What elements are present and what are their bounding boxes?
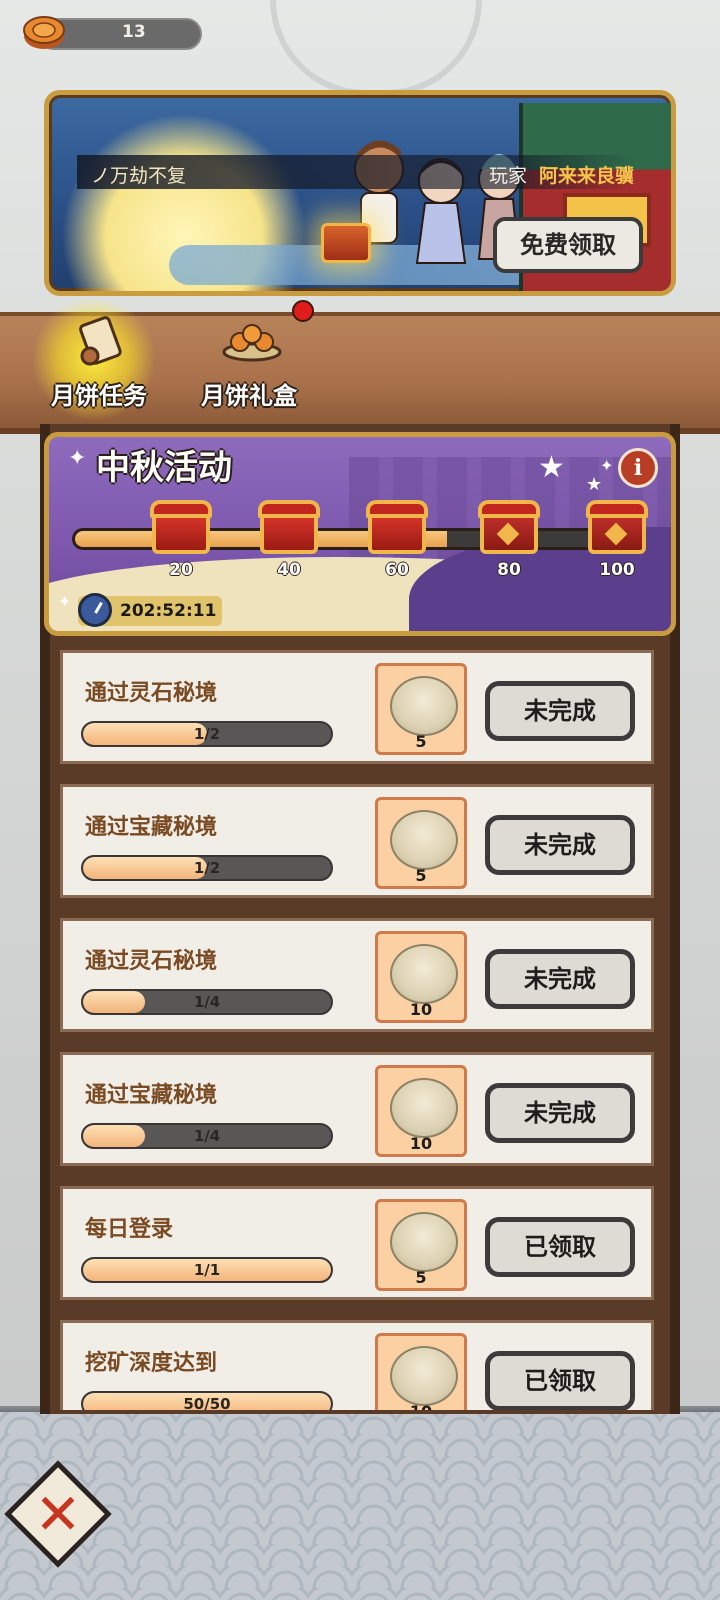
task-status-button[interactable]: 未完成 — [485, 681, 635, 741]
task-reward[interactable]: 5 — [375, 797, 467, 889]
notification-badge — [292, 300, 314, 322]
mooncake-icon — [390, 810, 458, 870]
tab-label: 月饼礼盒 — [201, 382, 297, 410]
milestone-chest-icon[interactable] — [258, 496, 320, 558]
task-reward[interactable]: 5 — [375, 1199, 467, 1291]
chest-lid — [366, 500, 428, 518]
tab-mooncake-tasks[interactable]: 月饼任务 — [24, 294, 174, 424]
task-row: 通过灵石秘境 1/4 10 未完成 — [60, 918, 654, 1032]
currency-amount: 13 — [122, 22, 146, 42]
task-progress-text: 1/2 — [193, 859, 221, 877]
task-progress-text: 1/4 — [193, 993, 221, 1011]
milestone-chest-icon[interactable] — [150, 496, 212, 558]
sparkle-icon: ✦ — [58, 592, 72, 611]
task-reward[interactable]: 5 — [375, 663, 467, 755]
task-progress-bar: 1/2 — [81, 721, 333, 747]
chest-lid — [586, 500, 648, 518]
chest-body — [260, 512, 318, 554]
tab-label: 月饼任务 — [51, 382, 147, 410]
timer-text: 202:52:11 — [120, 601, 217, 621]
milestone-label: 100 — [599, 560, 635, 580]
scroll-icon — [79, 316, 122, 366]
task-reward[interactable]: 10 — [375, 1065, 467, 1157]
task-status-button[interactable]: 未完成 — [485, 815, 635, 875]
chest-lid — [258, 500, 320, 518]
task-list[interactable]: 通过灵石秘境 1/2 5 未完成 通过宝藏秘境 1/2 5 未完成 通过灵石秘境 1/4 10 未完成… — [50, 640, 670, 1410]
milestone-chest-icon[interactable] — [478, 496, 540, 558]
event-title: 中秋活动 — [96, 448, 232, 488]
currency-display: 13 — [22, 12, 204, 54]
mooncake-plate-icon — [222, 324, 282, 362]
task-progress-bar: 1/4 — [81, 1123, 333, 1149]
task-progress-text: 1/2 — [193, 725, 221, 743]
reward-quantity: 10 — [409, 1000, 433, 1019]
event-timer: 202:52:11 — [78, 593, 222, 627]
background-gate — [270, 0, 482, 96]
chest-lid — [478, 500, 540, 518]
mooncake-icon — [390, 1212, 458, 1272]
task-name: 每日登录 — [85, 1217, 174, 1242]
milestone-label: 40 — [277, 560, 301, 580]
task-name: 通过灵石秘境 — [85, 949, 218, 974]
milestone-chest-icon[interactable] — [586, 496, 648, 558]
task-reward[interactable]: 10 — [375, 931, 467, 1023]
ticker-player-name: 阿来来良骥 — [539, 165, 635, 187]
chest-body — [152, 512, 210, 554]
task-progress-text: 50/50 — [183, 1395, 231, 1410]
task-progress-bar: 1/1 — [81, 1257, 333, 1283]
treasure-chest-icon — [321, 223, 371, 263]
tab-shelf: 月饼任务 月饼礼盒 — [0, 294, 720, 434]
info-button[interactable]: i — [618, 448, 658, 488]
task-row: 通过宝藏秘境 1/2 5 未完成 — [60, 784, 654, 898]
task-status-button[interactable]: 已领取 — [485, 1217, 635, 1277]
ticker-message: ノ万劫不复 — [91, 165, 187, 187]
clock-icon — [78, 593, 112, 627]
task-progress-text: 1/1 — [193, 1261, 221, 1279]
sparkle-icon: ✦ — [600, 456, 614, 475]
task-name: 通过灵石秘境 — [85, 681, 218, 706]
reward-quantity: 10 — [409, 1134, 433, 1153]
task-row: 挖矿深度达到 50/50 10 已领取 — [60, 1320, 654, 1410]
task-progress-bar: 1/2 — [81, 855, 333, 881]
tab-mooncake-giftbox[interactable]: 月饼礼盒 — [174, 324, 324, 424]
mooncake-icon — [390, 1078, 458, 1138]
reward-quantity: 5 — [415, 1268, 427, 1287]
task-progress-bar: 50/50 — [81, 1391, 333, 1410]
mooncake-icon — [23, 16, 65, 49]
task-progress-text: 1/4 — [193, 1127, 221, 1145]
task-row: 通过灵石秘境 1/2 5 未完成 — [60, 650, 654, 764]
mooncake-icon — [390, 944, 458, 1004]
task-name: 通过宝藏秘境 — [85, 815, 218, 840]
milestone-label: 20 — [169, 560, 193, 580]
mooncake-icon — [390, 676, 458, 736]
task-status-button[interactable]: 未完成 — [485, 1083, 635, 1143]
free-claim-button[interactable]: 免费领取 — [493, 217, 643, 273]
mooncake-icon — [390, 1346, 458, 1406]
task-row: 通过宝藏秘境 1/4 10 未完成 — [60, 1052, 654, 1166]
star-icon: ★ — [586, 474, 603, 495]
task-status-button[interactable]: 未完成 — [485, 949, 635, 1009]
reward-quantity: 10 — [378, 1402, 464, 1410]
broadcast-ticker: ノ万劫不复 玩家 阿来来良骥 — [77, 155, 637, 189]
chest-lid — [150, 500, 212, 518]
task-name: 通过宝藏秘境 — [85, 1083, 218, 1108]
milestone-chest-icon[interactable] — [366, 496, 428, 558]
star-icon: ★ — [538, 450, 565, 485]
close-x-icon: ✕ — [34, 1482, 82, 1548]
reward-quantity: 5 — [415, 866, 427, 885]
chest-body — [368, 512, 426, 554]
ticker-player-label: 玩家 — [489, 165, 528, 187]
reward-quantity: 5 — [415, 732, 427, 751]
bottom-bar — [0, 1412, 720, 1600]
sparkle-icon: ✦ — [68, 446, 87, 471]
task-progress-bar: 1/4 — [81, 989, 333, 1015]
milestone-label: 80 — [497, 560, 521, 580]
task-name: 挖矿深度达到 — [85, 1351, 218, 1376]
event-banner: ノ万劫不复 玩家 阿来来良骥 免费领取 — [44, 90, 676, 296]
task-reward[interactable]: 10 — [375, 1333, 467, 1410]
milestone-label: 60 — [385, 560, 409, 580]
task-row: 每日登录 1/1 5 已领取 — [60, 1186, 654, 1300]
task-status-button[interactable]: 已领取 — [485, 1351, 635, 1410]
